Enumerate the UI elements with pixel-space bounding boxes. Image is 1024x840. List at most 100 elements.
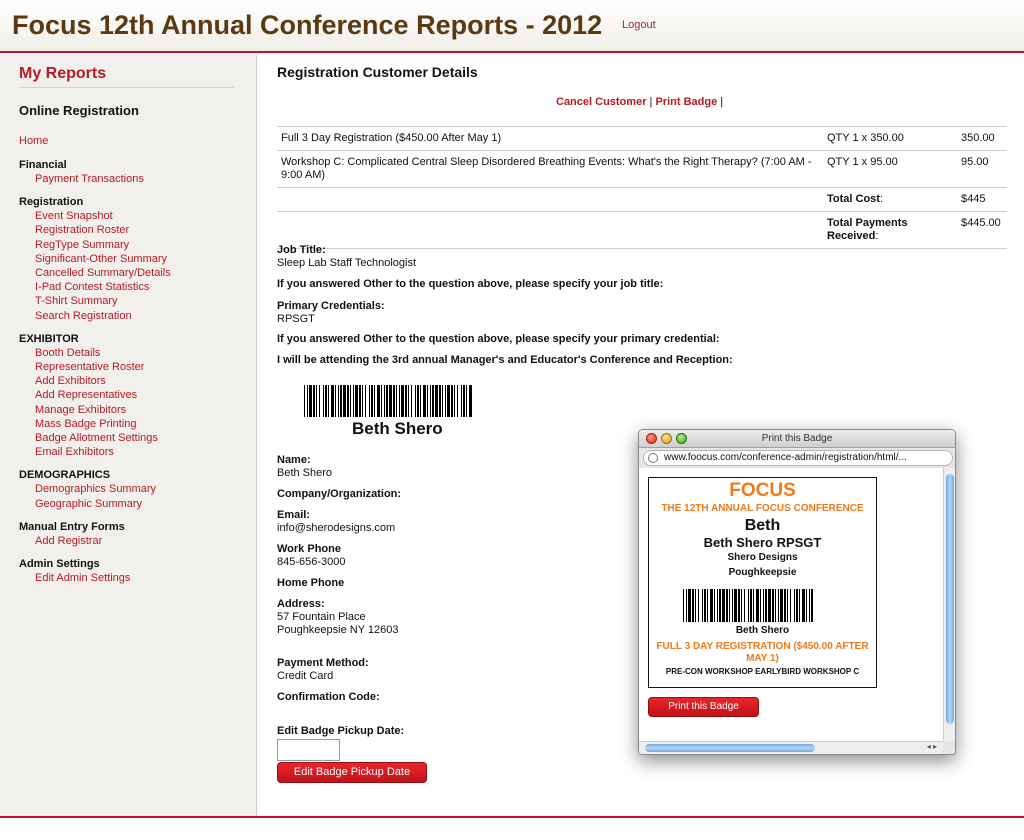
attending-question: I will be attending the 3rd annual Manag…	[277, 354, 733, 366]
page-header: Focus 12th Annual Conference Reports - 2…	[0, 0, 1024, 53]
window-titlebar[interactable]: Print this Badge	[639, 430, 955, 448]
item-description: Full 3 Day Registration ($450.00 After M…	[277, 126, 823, 151]
sidebar-item[interactable]: Geographic Summary	[35, 497, 249, 511]
badge-pickup-date-input[interactable]	[277, 739, 340, 761]
work-phone-field: Work Phone 845-656-3000	[277, 543, 346, 569]
sidebar-item[interactable]: Email Exhibitors	[35, 445, 249, 459]
table-row: Total Cost: $445	[277, 187, 1007, 212]
sidebar: My Reports Online Registration Home Fina…	[0, 55, 257, 816]
table-row: Workshop C: Complicated Central Sleep Di…	[277, 150, 1007, 188]
print-badge-link[interactable]: Print Badge	[655, 96, 717, 108]
sidebar-item[interactable]: Add Registrar	[35, 534, 249, 548]
sidebar-item[interactable]: I-Pad Contest Statistics	[35, 280, 249, 294]
sidebar-item[interactable]: Mass Badge Printing	[35, 417, 249, 431]
page-title: Focus 12th Annual Conference Reports - 2…	[12, 10, 603, 40]
sidebar-item[interactable]: Edit Admin Settings	[35, 571, 249, 585]
badge-registration: FULL 3 DAY REGISTRATION ($450.00 AFTER M…	[656, 641, 869, 664]
sidebar-section: Registration Event Snapshot Registration R…	[19, 195, 249, 323]
section-heading: Registration Customer Details	[277, 64, 478, 80]
edit-badge-label: Edit Badge Pickup Date:	[277, 725, 405, 737]
email-value: info@sherodesigns.com	[277, 522, 396, 534]
confirmation-code-label: Confirmation Code:	[277, 691, 380, 703]
total-cost-value: $445	[957, 187, 1007, 212]
barcode-bar	[813, 589, 814, 622]
sidebar-item[interactable]: RegType Summary	[35, 238, 249, 252]
sidebar-item[interactable]: Significant-Other Summary	[35, 252, 249, 266]
badge-workshops: PRE-CON WORKSHOP EARLYBIRD WORKSHOP C	[665, 667, 860, 676]
sidebar-section-title: Admin Settings	[19, 558, 100, 571]
address-label: Address:	[277, 598, 325, 610]
sidebar-item[interactable]: Add Representatives	[35, 388, 249, 402]
sidebar-section-title: EXHIBITOR	[19, 332, 79, 345]
item-qty: QTY 1 x 350.00	[823, 126, 957, 151]
payment-method-label: Payment Method:	[277, 657, 369, 669]
item-description: Workshop C: Complicated Central Sleep Di…	[277, 150, 823, 188]
sidebar-item[interactable]: T-Shirt Summary	[35, 294, 249, 308]
order-table: Full 3 Day Registration ($450.00 After M…	[277, 126, 1007, 249]
sidebar-item[interactable]: Booth Details	[35, 346, 249, 360]
address-line2: Poughkeepsie NY 12603	[277, 624, 399, 636]
print-badge-button[interactable]: Print this Badge	[648, 697, 759, 717]
sidebar-sections: Financial Payment Transactions Registratio…	[19, 158, 249, 594]
sidebar-item[interactable]: Add Exhibitors	[35, 374, 249, 388]
print-badge-window: Print this Badge www.foocus.com/conferen…	[638, 429, 956, 755]
vertical-scrollbar[interactable]	[943, 468, 955, 741]
barcode	[304, 385, 510, 417]
popup-content: FOCUS THE 12TH ANNUAL FOCUS CONFERENCE B…	[639, 468, 943, 741]
sidebar-item[interactable]: Registration Roster	[35, 223, 249, 237]
sidebar-section-title: DEMOGRAPHICS	[19, 469, 111, 482]
address-line1: 57 Fountain Place	[277, 611, 366, 623]
horizontal-scrollbar[interactable]: ◂ ▸	[639, 741, 943, 754]
separator: |	[720, 96, 724, 108]
payment-method-value: Credit Card	[277, 670, 334, 682]
sidebar-section: Manual Entry Forms Add Registrar	[19, 520, 249, 548]
badge-first-name: Beth	[744, 517, 781, 534]
sidebar-section: Financial Payment Transactions	[19, 158, 249, 186]
sidebar-item[interactable]: Payment Transactions	[35, 172, 249, 186]
cancel-customer-link[interactable]: Cancel Customer	[556, 96, 646, 108]
url-bar[interactable]: www.foocus.com/conference-admin/registra…	[643, 450, 953, 466]
sidebar-item[interactable]: Cancelled Summary/Details	[35, 266, 249, 280]
sidebar-section-title: Manual Entry Forms	[19, 520, 125, 533]
action-links: Cancel Customer | Print Badge |	[556, 96, 723, 108]
job-title-field: Job Title: Sleep Lab Staff Technologist	[277, 244, 416, 270]
sidebar-item-home[interactable]: Home	[19, 135, 48, 147]
table-row: Total Payments Received: $445.00	[277, 211, 1007, 249]
sidebar-heading: My Reports	[19, 65, 107, 82]
job-title-label: Job Title:	[277, 244, 326, 256]
total-payments-label: Total Payments Received	[827, 217, 908, 242]
sidebar-item[interactable]: Badge Allotment Settings	[35, 431, 249, 445]
logout-link[interactable]: Logout	[622, 19, 656, 31]
divider	[19, 87, 234, 88]
scroll-arrows-icon[interactable]: ◂ ▸	[927, 742, 937, 751]
badge-preview: FOCUS THE 12TH ANNUAL FOCUS CONFERENCE B…	[648, 477, 877, 688]
sidebar-item[interactable]: Manage Exhibitors	[35, 403, 249, 417]
address-field: Address: 57 Fountain Place Poughkeepsie …	[277, 598, 399, 637]
sidebar-item[interactable]: Representative Roster	[35, 360, 249, 374]
total-payments-value: $445.00	[957, 211, 1007, 249]
sidebar-item[interactable]: Event Snapshot	[35, 209, 249, 223]
payment-field: Payment Method: Credit Card	[277, 657, 369, 683]
main-content: Registration Customer Details Cancel Cus…	[277, 64, 1007, 783]
email-label: Email:	[277, 509, 311, 521]
company-label: Company/Organization:	[277, 488, 402, 500]
job-title-value: Sleep Lab Staff Technologist	[277, 257, 417, 269]
email-field: Email: info@sherodesigns.com	[277, 509, 395, 535]
item-amount: 350.00	[957, 126, 1007, 151]
other-job-question: If you answered Other to the question ab…	[277, 278, 664, 290]
badge-focus-logo: FOCUS	[729, 480, 796, 501]
item-amount: 95.00	[957, 150, 1007, 188]
name-value: Beth Shero	[277, 467, 333, 479]
badge-conference: THE 12TH ANNUAL FOCUS CONFERENCE	[661, 503, 864, 514]
url-text: www.foocus.com/conference-admin/registra…	[664, 452, 907, 463]
name-field: Name: Beth Shero	[277, 454, 332, 480]
sidebar-item[interactable]: Demographics Summary	[35, 482, 249, 496]
credentials-label: Primary Credentials:	[277, 300, 385, 312]
barcode-bar	[472, 385, 473, 417]
sidebar-section: EXHIBITOR Booth Details Representative Ros…	[19, 332, 249, 460]
edit-badge-pickup-button[interactable]: Edit Badge Pickup Date	[277, 762, 427, 783]
sidebar-section-title: Financial	[19, 159, 67, 171]
work-phone-value: 845-656-3000	[277, 556, 346, 568]
name-label: Name:	[277, 454, 311, 466]
sidebar-item[interactable]: Search Registration	[35, 309, 249, 323]
